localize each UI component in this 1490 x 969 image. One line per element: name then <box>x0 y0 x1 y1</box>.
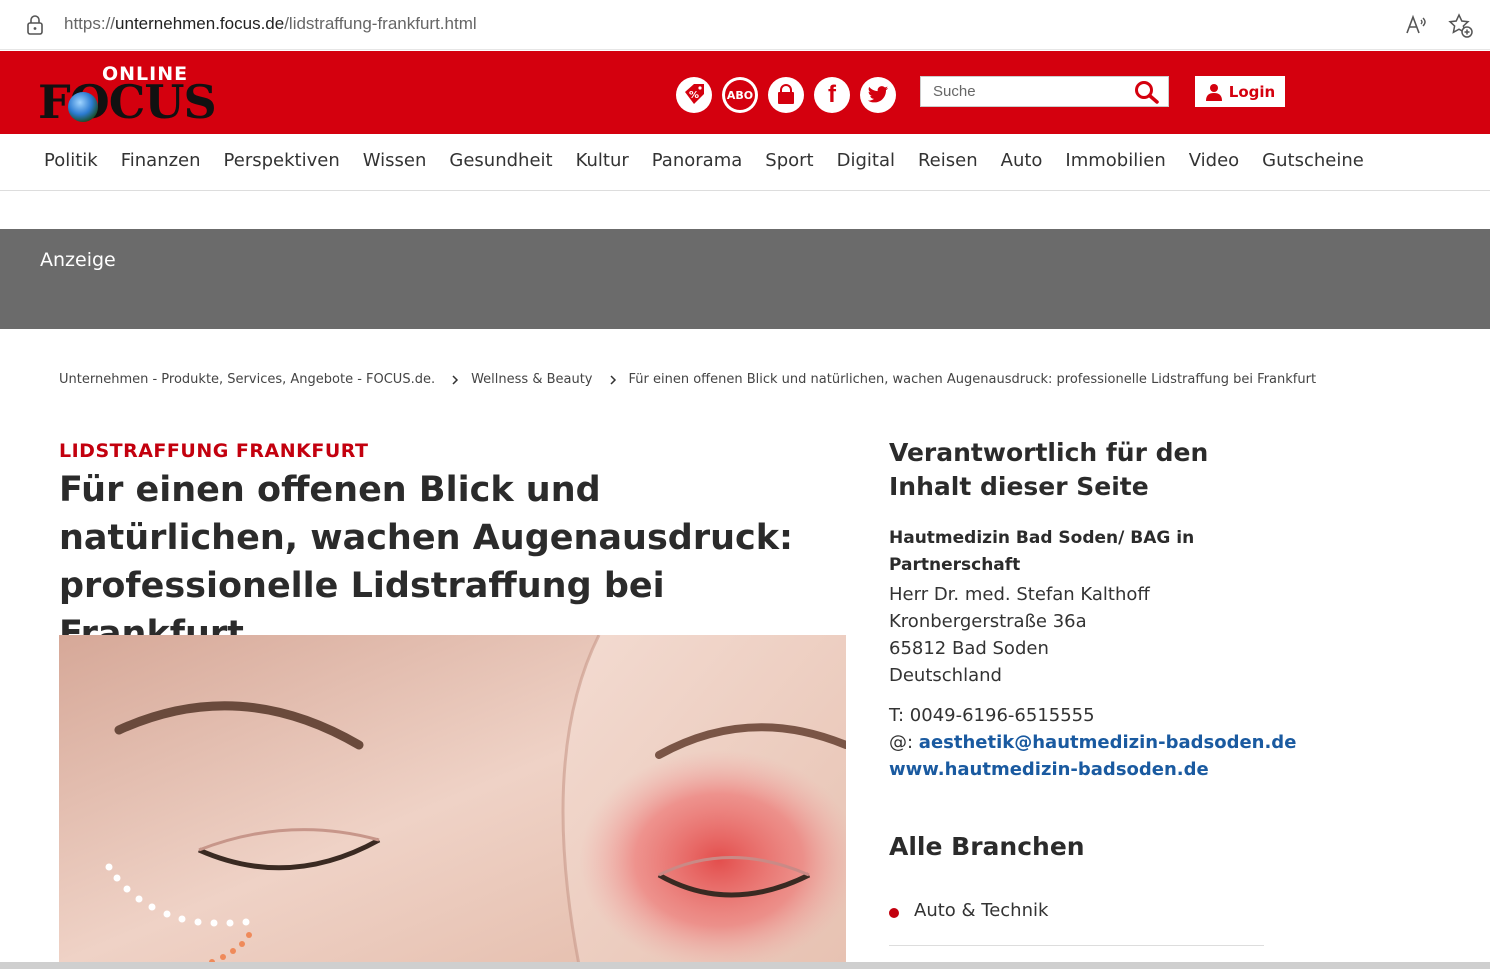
phone-number: T: 0049-6196-6515555 <box>889 705 1095 726</box>
search-icon[interactable] <box>1134 80 1160 104</box>
url-field[interactable]: https://unternehmen.focus.de/lidstraffun… <box>64 14 477 34</box>
branchen-heading: Alle Branchen <box>889 832 1085 861</box>
nav-item-auto[interactable]: Auto <box>1001 150 1043 171</box>
nav-item-sport[interactable]: Sport <box>765 150 813 171</box>
nav-item-kultur[interactable]: Kultur <box>576 150 629 171</box>
focus-online-logo[interactable]: ONLINE FOCUS <box>38 59 217 129</box>
chevron-right-icon <box>452 374 459 385</box>
facebook-icon: f <box>828 81 836 108</box>
add-favorite-icon[interactable] <box>1448 13 1474 39</box>
svg-text:%: % <box>689 90 699 101</box>
article-hero-image <box>59 635 846 965</box>
sidebar-heading: Verantwortlich für den Inhalt dieser Sei… <box>889 438 1209 501</box>
nav-item-immobilien[interactable]: Immobilien <box>1065 150 1165 171</box>
horizontal-scrollbar[interactable] <box>0 962 1490 969</box>
twitter-icon <box>867 86 889 103</box>
user-icon <box>1205 83 1222 101</box>
company-name: Hautmedizin Bad Soden/ BAG in Partnersch… <box>889 528 1195 575</box>
search-box <box>920 76 1169 107</box>
search-input[interactable] <box>921 77 1126 106</box>
browser-address-bar: https://unternehmen.focus.de/lidstraffun… <box>0 0 1490 50</box>
nav-item-digital[interactable]: Digital <box>837 150 895 171</box>
read-aloud-icon[interactable] <box>1404 13 1428 37</box>
email-prefix: @: <box>889 732 919 753</box>
company-address: Herr Dr. med. Stefan Kalthoff Kronberger… <box>889 581 1150 689</box>
address-line: Herr Dr. med. Stefan Kalthoff <box>889 584 1150 605</box>
face-eyes-illustration <box>59 635 846 965</box>
nav-item-video[interactable]: Video <box>1189 150 1239 171</box>
breadcrumb-item-home[interactable]: Unternehmen - Produkte, Services, Angebo… <box>59 372 435 387</box>
abo-label: ABO <box>725 80 755 110</box>
email-link[interactable]: aesthetik@hautmedizin-badsoden.de <box>919 732 1297 753</box>
bullet-icon <box>889 908 899 918</box>
discount-button[interactable]: % <box>676 77 712 113</box>
nav-item-wissen[interactable]: Wissen <box>363 150 427 171</box>
article-title: Für einen offenen Blick und natürlichen,… <box>59 470 794 654</box>
ad-label: Anzeige <box>40 249 116 271</box>
nav-item-finanzen[interactable]: Finanzen <box>121 150 201 171</box>
url-path: /lidstraffung-frankfurt.html <box>284 14 477 33</box>
nav-item-panorama[interactable]: Panorama <box>652 150 743 171</box>
nav-item-perspektiven[interactable]: Perspektiven <box>224 150 340 171</box>
login-button[interactable]: Login <box>1195 76 1285 107</box>
address-line: Deutschland <box>889 665 1002 686</box>
site-header: ONLINE FOCUS % ABO f Suche Login <box>0 51 1490 134</box>
lock-icon <box>27 15 43 35</box>
address-line: 65812 Bad Soden <box>889 638 1049 659</box>
twitter-button[interactable] <box>860 77 896 113</box>
main-navigation: Politik Finanzen Perspektiven Wissen Ges… <box>0 134 1490 191</box>
branch-item-auto-technik[interactable]: Auto & Technik <box>889 900 1264 946</box>
breadcrumb-item-current: Für einen offenen Blick und natürlichen,… <box>628 372 1317 387</box>
nav-item-gutscheine[interactable]: Gutscheine <box>1262 150 1364 171</box>
nav-item-gesundheit[interactable]: Gesundheit <box>449 150 552 171</box>
logo-focus-text: FOCUS <box>38 75 217 129</box>
breadcrumb: Unternehmen - Produkte, Services, Angebo… <box>59 372 1316 387</box>
ad-banner: Anzeige <box>0 229 1490 329</box>
website-link[interactable]: www.hautmedizin-badsoden.de <box>889 759 1209 780</box>
nav-item-reisen[interactable]: Reisen <box>918 150 978 171</box>
facebook-button[interactable]: f <box>814 77 850 113</box>
chevron-right-icon <box>609 374 616 385</box>
login-label: Login <box>1228 82 1276 101</box>
breadcrumb-item-category[interactable]: Wellness & Beauty <box>471 372 592 387</box>
globe-icon <box>68 92 98 122</box>
nav-item-politik[interactable]: Politik <box>44 150 98 171</box>
address-line: Kronbergerstraße 36a <box>889 611 1087 632</box>
url-host: unternehmen.focus.de <box>115 14 285 33</box>
article-kicker: LIDSTRAFFUNG FRANKFURT <box>59 440 369 462</box>
url-prefix: https:// <box>64 14 116 33</box>
abo-button[interactable]: ABO <box>722 77 758 113</box>
company-contact: T: 0049-6196-6515555 @: aesthetik@hautme… <box>889 702 1296 783</box>
shop-button[interactable] <box>768 77 804 113</box>
percent-icon: % <box>685 84 704 104</box>
shopping-bag-icon <box>778 84 794 104</box>
branch-label: Auto & Technik <box>914 900 1049 921</box>
